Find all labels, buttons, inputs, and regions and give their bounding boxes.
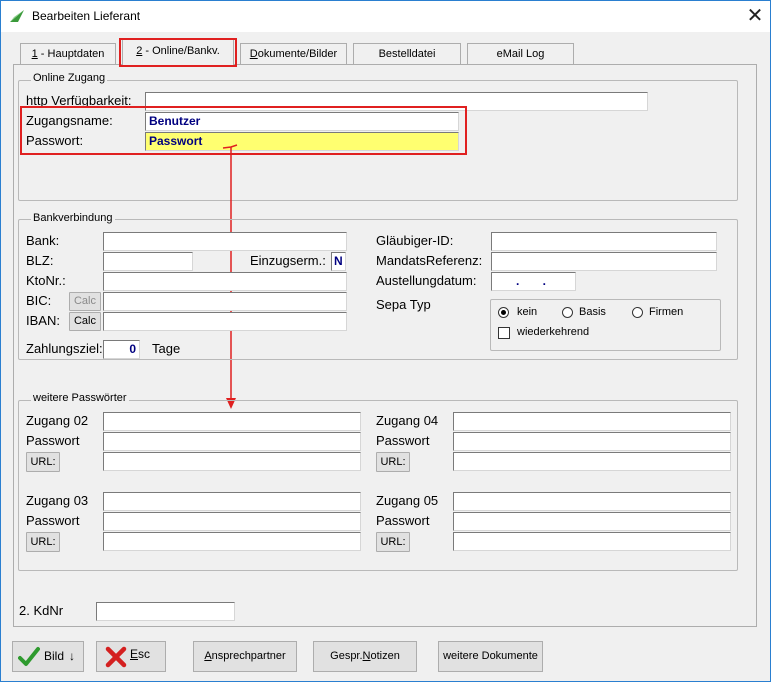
- iban-field[interactable]: [103, 312, 347, 331]
- blz-label: BLZ:: [26, 253, 54, 268]
- tab-label: okumente/Bilder: [257, 48, 338, 60]
- dialog-window: Bearbeiten Lieferant ✕ 1 - Hauptdaten 2 …: [0, 0, 771, 682]
- app-icon: [10, 10, 24, 22]
- tab-hotkey: D: [249, 48, 258, 60]
- bic-calc-button[interactable]: Calc: [69, 292, 101, 311]
- bank-label: Bank:: [26, 233, 60, 248]
- zugang02-passwort-field[interactable]: [103, 432, 361, 451]
- tab-email-log[interactable]: eMail Log: [467, 43, 574, 64]
- gespr-hotkey: N: [362, 650, 371, 662]
- zugang03-passwort-label: Passwort: [26, 513, 80, 528]
- glaeubiger-label: Gläubiger-ID:: [376, 233, 454, 248]
- esc-button[interactable]: Esc: [96, 641, 166, 672]
- einzug-label: Einzugserm.:: [250, 253, 326, 268]
- wiederkehrend-checkbox[interactable]: [498, 327, 510, 339]
- kdnr-label: 2. KdNr: [19, 603, 64, 618]
- sepa-option-kein: kein: [517, 306, 538, 318]
- ansprech-label: nsprechpartner: [211, 650, 286, 662]
- zugang04-url-button[interactable]: URL:: [376, 452, 410, 472]
- ansprechpartner-button[interactable]: Ansprechpartner: [193, 641, 297, 672]
- sepa-radio-basis[interactable]: [562, 307, 573, 318]
- sepa-radio-kein[interactable]: [498, 307, 509, 318]
- gespr-label-b: otizen: [370, 650, 400, 662]
- einzug-field[interactable]: N: [331, 252, 346, 271]
- zugang05-passwort-field[interactable]: [453, 512, 731, 531]
- group-title-bankverbindung: Bankverbindung: [31, 212, 115, 224]
- zahlungsziel-field[interactable]: 0: [103, 340, 140, 359]
- mandat-field[interactable]: [491, 252, 717, 271]
- esc-label: Esc: [130, 640, 150, 669]
- bild-button[interactable]: Bild ↓: [12, 641, 84, 672]
- esc-label-text: sc: [138, 647, 151, 661]
- tab-hauptdaten[interactable]: 1 - Hauptdaten: [20, 43, 116, 64]
- zugang04-field[interactable]: [453, 412, 731, 431]
- zugang02-field[interactable]: [103, 412, 361, 431]
- tab-label: eMail Log: [496, 48, 545, 60]
- ktonr-field[interactable]: [103, 272, 347, 291]
- zugang03-passwort-field[interactable]: [103, 512, 361, 531]
- sepa-option-basis: Basis: [579, 306, 606, 318]
- highlight-tab: [119, 38, 237, 67]
- zugang04-url-field[interactable]: [453, 452, 731, 471]
- zugang02-label: Zugang 02: [26, 413, 89, 428]
- gespraechsnotizen-button[interactable]: Gespr.Notizen: [313, 641, 417, 672]
- title-bar: Bearbeiten Lieferant ✕: [1, 1, 770, 32]
- tab-label: Bestelldatei: [378, 48, 436, 60]
- group-title-weitere: weitere Passwörter: [31, 392, 129, 404]
- esc-hotkey: E: [130, 647, 139, 661]
- austellung-field[interactable]: . .: [491, 272, 576, 291]
- wiederkehrend-label: wiederkehrend: [517, 326, 590, 338]
- weitere-dokumente-button[interactable]: weitere Dokumente: [438, 641, 543, 672]
- zugang03-field[interactable]: [103, 492, 361, 511]
- iban-label: IBAN:: [26, 313, 60, 328]
- mandat-label: MandatsReferenz:: [376, 253, 483, 268]
- bank-field[interactable]: [103, 232, 347, 251]
- cross-icon: [105, 646, 127, 668]
- tab-dokumente-bilder[interactable]: Dokumente/Bilder: [240, 43, 347, 64]
- bild-label: Bild: [44, 649, 65, 663]
- zahlungsziel-label: Zahlungsziel:: [26, 341, 103, 356]
- sepa-label: Sepa Typ: [376, 297, 431, 312]
- close-icon[interactable]: ✕: [741, 3, 769, 29]
- window-title: Bearbeiten Lieferant: [32, 9, 141, 23]
- zugang04-label: Zugang 04: [376, 413, 439, 428]
- zugang05-url-button[interactable]: URL:: [376, 532, 410, 552]
- ktonr-label: KtoNr.:: [26, 273, 66, 288]
- sepa-option-firmen: Firmen: [649, 306, 684, 318]
- blz-field[interactable]: [103, 252, 193, 271]
- group-title-online-zugang: Online Zugang: [31, 72, 108, 84]
- bic-field[interactable]: [103, 292, 347, 311]
- checkmark-icon: [18, 647, 40, 666]
- zugang02-url-button[interactable]: URL:: [26, 452, 60, 472]
- ansprech-hotkey: A: [204, 650, 212, 662]
- zugang03-url-field[interactable]: [103, 532, 361, 551]
- tab-bestelldatei[interactable]: Bestelldatei: [353, 43, 461, 64]
- tab-label: - Hauptdaten: [37, 48, 105, 60]
- zugang03-url-button[interactable]: URL:: [26, 532, 60, 552]
- iban-calc-button[interactable]: Calc: [69, 312, 101, 331]
- kdnr-field[interactable]: [96, 602, 235, 621]
- austellung-label: Austellungdatum:: [376, 273, 477, 288]
- tage-label: Tage: [152, 341, 181, 356]
- glaeubiger-field[interactable]: [491, 232, 717, 251]
- zugang04-passwort-field[interactable]: [453, 432, 731, 451]
- zugang02-url-field[interactable]: [103, 452, 361, 471]
- gespr-label-a: Gespr.: [330, 650, 363, 662]
- bic-label: BIC:: [26, 293, 52, 308]
- zugang05-passwort-label: Passwort: [376, 513, 430, 528]
- zugang05-label: Zugang 05: [376, 493, 439, 508]
- zugang02-passwort-label: Passwort: [26, 433, 80, 448]
- zugang03-label: Zugang 03: [26, 493, 89, 508]
- sepa-radio-firmen[interactable]: [632, 307, 643, 318]
- arrow-down-icon: ↓: [69, 649, 75, 663]
- highlight-credentials: [20, 106, 467, 155]
- zugang05-url-field[interactable]: [453, 532, 731, 551]
- zugang05-field[interactable]: [453, 492, 731, 511]
- zugang04-passwort-label: Passwort: [376, 433, 430, 448]
